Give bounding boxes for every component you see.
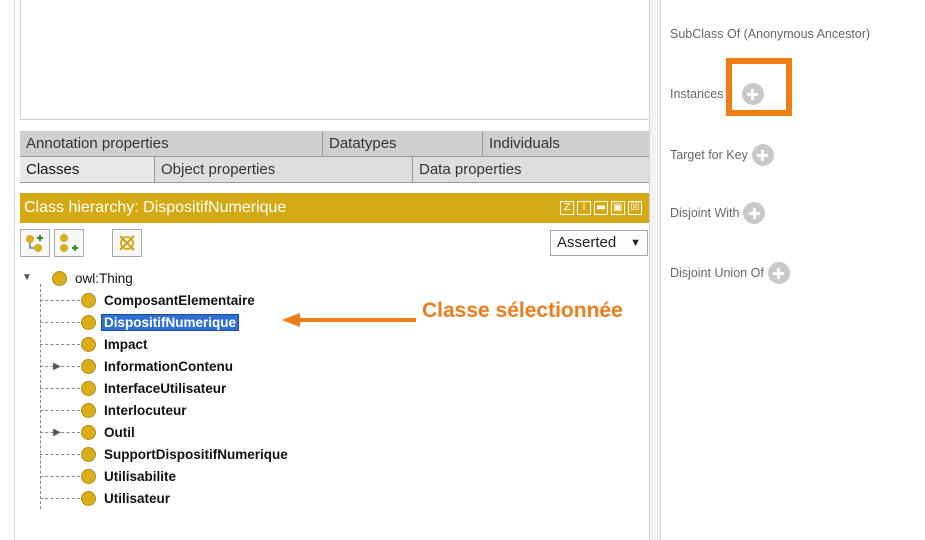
panel-border bbox=[14, 0, 15, 540]
delete-class-button[interactable] bbox=[112, 229, 142, 257]
annotation-label: Classe sélectionnée bbox=[422, 299, 623, 322]
tree-node-selected[interactable]: DispositifNumerique bbox=[81, 311, 240, 333]
tab-annotation-properties[interactable]: Annotation properties bbox=[20, 131, 323, 157]
panel-splitter[interactable] bbox=[649, 0, 661, 540]
view-close-button[interactable]: ☒ bbox=[628, 201, 642, 215]
class-icon bbox=[81, 490, 96, 506]
tree-connector bbox=[40, 454, 80, 455]
tree-connector bbox=[40, 322, 80, 323]
class-icon bbox=[81, 446, 96, 462]
tree-node-label: DispositifNumerique bbox=[100, 313, 240, 331]
add-subclass-button[interactable] bbox=[20, 229, 50, 257]
tree-node[interactable]: Utilisateur bbox=[81, 487, 172, 509]
tree-node[interactable]: Outil bbox=[81, 421, 137, 443]
view-minimize-button[interactable]: ▬ bbox=[594, 201, 608, 215]
tab-row-entities: Classes Object properties Data propertie… bbox=[20, 157, 650, 183]
hierarchy-mode-value: Asserted bbox=[557, 234, 617, 251]
class-icon bbox=[81, 424, 96, 440]
section-label: SubClass Of (Anonymous Ancestor) bbox=[670, 27, 871, 41]
tree-node[interactable]: SupportDispositifNumerique bbox=[81, 443, 290, 465]
tree-node[interactable]: InformationContenu bbox=[81, 355, 235, 377]
tree-node-label: SupportDispositifNumerique bbox=[104, 446, 288, 462]
class-icon bbox=[81, 402, 96, 418]
view-info-button[interactable]: I bbox=[577, 201, 591, 215]
tree-node-label: InformationContenu bbox=[104, 358, 233, 374]
tree-connector bbox=[40, 344, 80, 345]
tree-node-label: Interlocuteur bbox=[104, 402, 187, 418]
add-disjoint-union-button[interactable] bbox=[767, 262, 790, 284]
target-for-key-section: Target for Key bbox=[670, 144, 774, 166]
tree-connector bbox=[40, 410, 80, 411]
subclass-of-anonymous-section: SubClass Of (Anonymous Ancestor) bbox=[670, 27, 870, 41]
tree-node[interactable]: Impact bbox=[81, 333, 150, 355]
class-icon bbox=[81, 468, 96, 484]
tree-node[interactable]: Utilisabilite bbox=[81, 465, 178, 487]
disjoint-union-of-section: Disjoint Union Of bbox=[670, 262, 790, 284]
highlight-box bbox=[726, 58, 792, 116]
section-label: Disjoint Union Of bbox=[670, 266, 764, 280]
chevron-down-icon: ▼ bbox=[630, 237, 641, 249]
class-icon bbox=[81, 336, 96, 352]
section-label: Disjoint With bbox=[670, 206, 740, 220]
view-z-button[interactable]: Z bbox=[560, 201, 574, 215]
tab-row-properties: Annotation properties Datatypes Individu… bbox=[20, 131, 650, 157]
hierarchy-mode-select[interactable]: Asserted ▼ bbox=[550, 230, 648, 256]
tree-node-label: Outil bbox=[104, 424, 135, 440]
collapse-triangle-icon[interactable]: ▼ bbox=[22, 272, 32, 283]
tree-node[interactable]: ComposantElementaire bbox=[81, 289, 257, 311]
tree-node-label: InterfaceUtilisateur bbox=[104, 380, 227, 396]
add-sibling-button[interactable] bbox=[54, 229, 84, 257]
tree-node-label: Utilisabilite bbox=[104, 468, 177, 484]
description-area bbox=[20, 0, 650, 120]
class-icon bbox=[81, 358, 96, 374]
tree-connector bbox=[40, 300, 80, 301]
section-label: Target for Key bbox=[670, 148, 748, 162]
tab-classes[interactable]: Classes bbox=[20, 157, 155, 183]
class-toolbar: Asserted ▼ bbox=[20, 227, 650, 261]
tab-data-properties[interactable]: Data properties bbox=[413, 157, 650, 183]
tree-node-label: Utilisateur bbox=[104, 490, 171, 506]
tab-datatypes[interactable]: Datatypes bbox=[323, 131, 483, 157]
class-icon bbox=[81, 380, 96, 396]
expand-triangle-icon[interactable]: ▶ bbox=[52, 361, 62, 372]
view-controls: Z I ▬ ▣ ☒ bbox=[560, 201, 650, 215]
tab-individuals[interactable]: Individuals bbox=[483, 131, 650, 157]
add-disjoint-with-button[interactable] bbox=[743, 202, 766, 224]
tree-node-label: ComposantElementaire bbox=[104, 292, 255, 308]
left-panel: Annotation properties Datatypes Individu… bbox=[0, 0, 660, 540]
class-hierarchy-title: Class hierarchy: DispositifNumerique bbox=[24, 199, 287, 216]
add-target-for-key-button[interactable] bbox=[751, 144, 774, 166]
add-sibling-icon bbox=[60, 234, 78, 252]
class-icon bbox=[52, 270, 67, 286]
class-icon bbox=[81, 292, 96, 308]
class-icon bbox=[81, 314, 96, 330]
tree-node-label: Impact bbox=[104, 336, 148, 352]
section-label: Instances bbox=[670, 87, 724, 101]
view-float-button[interactable]: ▣ bbox=[611, 201, 625, 215]
class-hierarchy-header: Class hierarchy: DispositifNumerique Z I… bbox=[20, 193, 650, 223]
tree-connector bbox=[40, 388, 80, 389]
annotation-arrow-icon bbox=[282, 313, 416, 327]
tab-object-properties[interactable]: Object properties bbox=[155, 157, 413, 183]
delete-class-icon bbox=[119, 235, 135, 251]
disjoint-with-section: Disjoint With bbox=[670, 202, 766, 224]
tree-node-label: owl:Thing bbox=[75, 270, 133, 286]
tree-connector bbox=[40, 498, 80, 499]
expand-triangle-icon[interactable]: ▶ bbox=[52, 427, 62, 438]
tree-connector bbox=[40, 476, 80, 477]
tree-node[interactable]: InterfaceUtilisateur bbox=[81, 377, 228, 399]
tree-node-owl-thing[interactable]: owl:Thing bbox=[52, 267, 135, 289]
class-description-panel: SubClass Of (Anonymous Ancestor) Instanc… bbox=[661, 0, 925, 540]
add-subclass-icon bbox=[26, 235, 43, 252]
tree-node[interactable]: Interlocuteur bbox=[81, 399, 189, 421]
